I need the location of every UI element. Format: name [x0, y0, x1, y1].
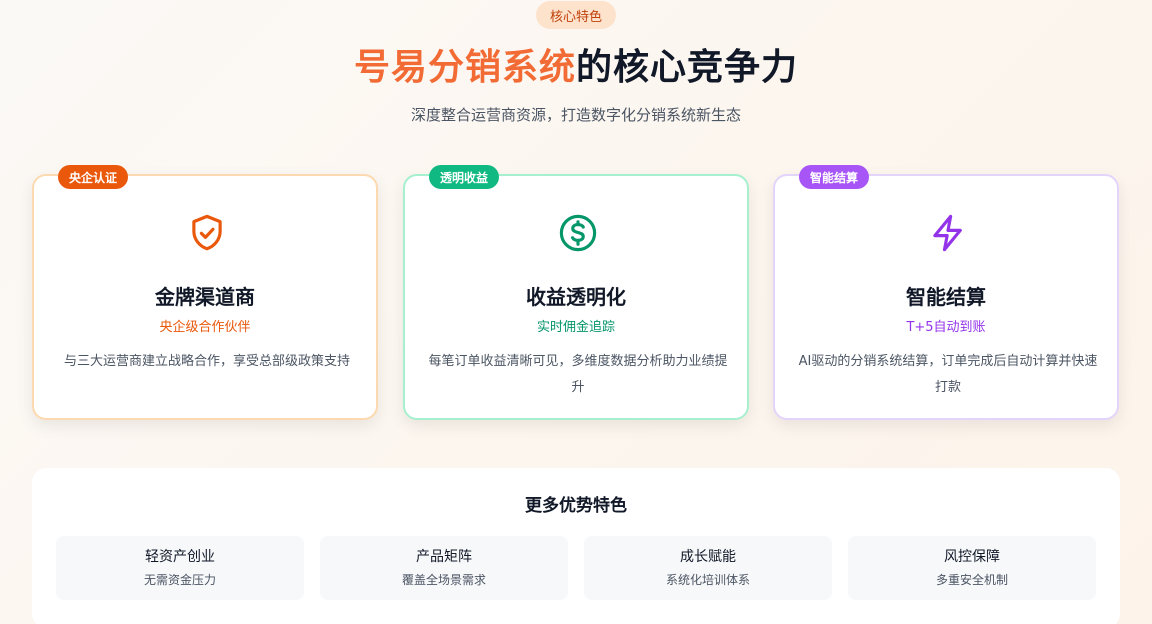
card-badge: 央企认证	[58, 165, 129, 189]
feature-card-gold-channel: 央企认证 金牌渠道商 央企级合作伙伴 与三大运营商建立战略合作，享受总部级政策支…	[32, 165, 378, 420]
lightning-icon	[927, 212, 969, 254]
dollar-circle-icon	[557, 212, 599, 254]
section-pill-badge: 核心特色	[536, 1, 616, 29]
advantage-subtitle: 无需资金压力	[143, 573, 216, 587]
card-description: AI驱动的分销系统结算，订单完成后自动计算并快速打款	[798, 354, 1098, 395]
card-tagline: T+5自动到账	[906, 320, 986, 335]
card-description: 与三大运营商建立战略合作，享受总部级政策支持	[63, 354, 350, 369]
shield-check-icon	[186, 212, 228, 254]
card-badge: 透明收益	[429, 165, 500, 189]
card-tagline: 央企级合作伙伴	[159, 320, 251, 335]
more-advantages-panel: 更多优势特色 轻资产创业 无需资金压力 产品矩阵 覆盖全场景需求 成长赋能 系统…	[32, 468, 1120, 624]
card-badge: 智能结算	[799, 165, 870, 189]
card-description: 每笔订单收益清晰可见，多维度数据分析助力业绩提升	[428, 354, 728, 395]
feature-card-transparent-income: 透明收益 收益透明化 实时佣金追踪 每笔订单收益清晰可见，多维度数据分析助力业绩…	[403, 165, 749, 420]
card-title: 智能结算	[906, 285, 986, 309]
advantage-title: 轻资产创业	[145, 549, 215, 565]
advantage-item-growth: 成长赋能 系统化培训体系	[584, 536, 832, 600]
card-title: 金牌渠道商	[155, 285, 255, 309]
page-subheading: 深度整合运营商资源，打造数字化分销系统新生态	[410, 106, 741, 124]
advantage-subtitle: 多重安全机制	[935, 573, 1008, 587]
headline-accent-text: 号易分销系统	[353, 47, 576, 88]
more-advantages-title: 更多优势特色	[525, 496, 627, 516]
advantage-title: 产品矩阵	[416, 549, 472, 565]
advantage-subtitle: 覆盖全场景需求	[401, 573, 486, 587]
card-title: 收益透明化	[526, 285, 626, 309]
advantage-item-product-matrix: 产品矩阵 覆盖全场景需求	[320, 536, 568, 600]
advantage-item-risk-control: 风控保障 多重安全机制	[848, 536, 1096, 600]
advantage-title: 成长赋能	[680, 549, 736, 565]
advantage-item-light-asset: 轻资产创业 无需资金压力	[56, 536, 304, 600]
card-tagline: 实时佣金追踪	[536, 320, 615, 335]
feature-card-smart-settlement: 智能结算 智能结算 T+5自动到账 AI驱动的分销系统结算，订单完成后自动计算并…	[773, 165, 1119, 420]
page-headline: 号易分销系统的核心竞争力	[0, 44, 1152, 92]
advantage-subtitle: 系统化培训体系	[665, 573, 750, 587]
headline-rest-text: 的核心竞争力	[576, 47, 799, 88]
advantage-title: 风控保障	[944, 549, 1000, 565]
